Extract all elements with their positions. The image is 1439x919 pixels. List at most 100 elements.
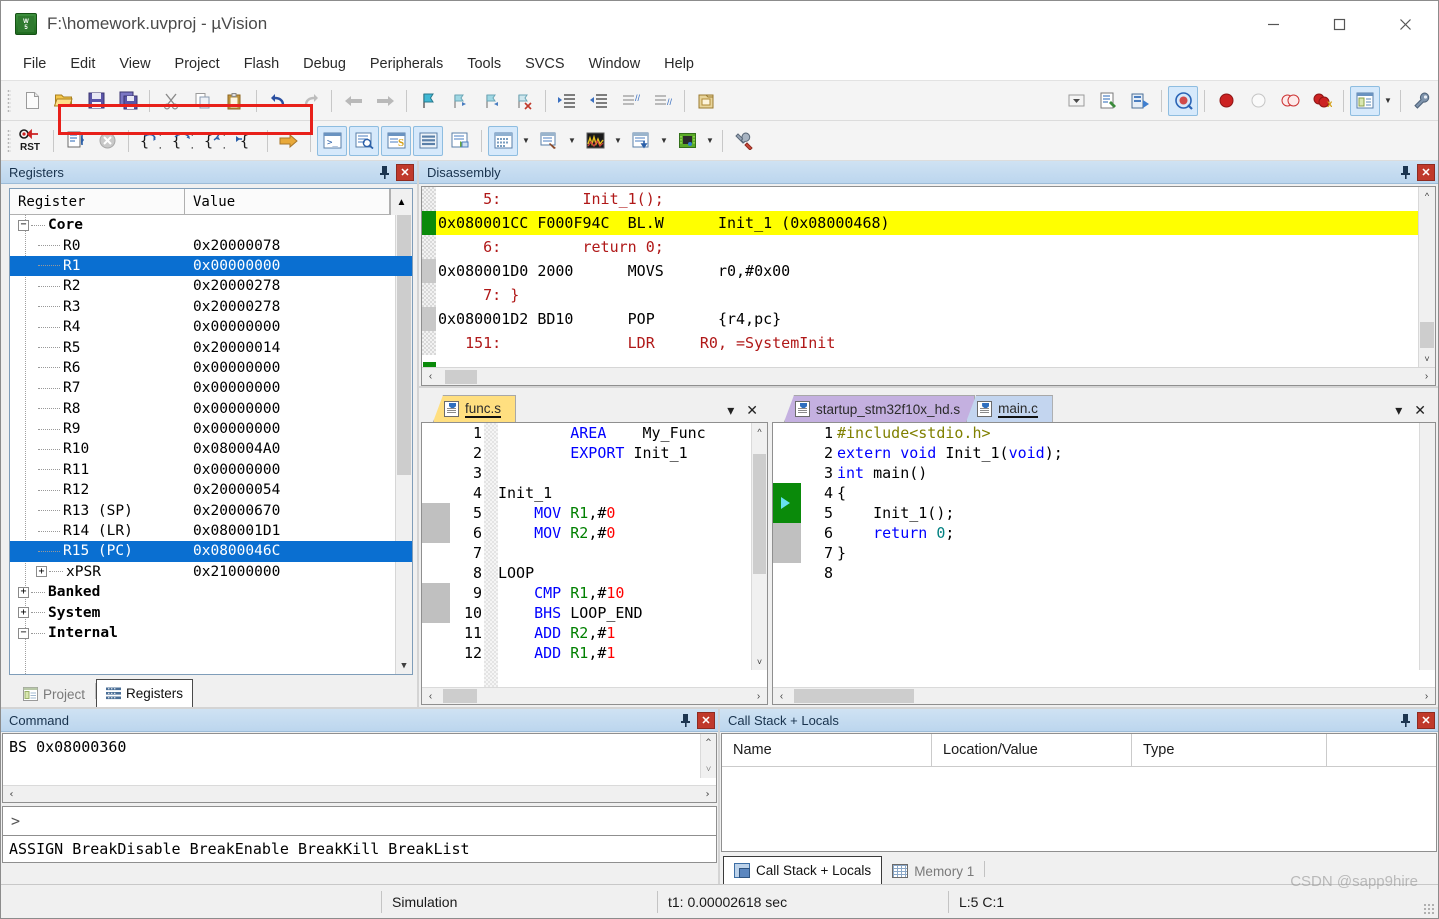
scroll-down-icon[interactable] [1420,653,1435,670]
register-row[interactable]: R12 0x20000054 [10,480,412,500]
run-to-cursor-icon[interactable]: { } [231,126,261,156]
configuration-wizard-icon[interactable] [1407,86,1437,116]
column-header-name[interactable]: Name [722,734,932,767]
expand-icon[interactable]: + [18,607,29,619]
analysis-windows-icon[interactable] [580,126,610,156]
run-icon[interactable] [60,126,90,156]
register-row[interactable]: R8 0x00000000 [10,399,412,419]
code-line[interactable]: MOV R2,#0 [498,523,767,543]
memory-windows-icon[interactable] [488,125,518,156]
disassembly-line[interactable]: 0x080001D0 2000 MOVS r0,#0x00 [422,259,1435,283]
step-out-icon[interactable]: { } [199,126,229,156]
pin-icon[interactable] [1397,163,1413,181]
close-tab-icon[interactable]: ✕ [1414,402,1426,419]
close-button[interactable] [1372,1,1438,47]
project-window-dropdown-icon[interactable]: ▼ [1381,86,1395,116]
code-line[interactable]: int main() [837,463,1435,483]
code-line[interactable]: return 0; [837,523,1435,543]
menu-svcs[interactable]: SVCS [513,52,577,76]
outdent-icon[interactable] [584,86,614,116]
insert-breakpoint-icon[interactable] [1211,86,1241,116]
code-area-main[interactable]: 1 2 3 4 5 6 7 8 #include<stdio.h> extern void In… [773,423,1435,687]
close-icon[interactable]: ✕ [1417,711,1435,729]
register-value[interactable]: 0x00000000 [193,258,280,274]
column-header-location-value[interactable]: Location/Value [932,734,1132,767]
disassembly-vertical-scrollbar[interactable]: ^ ˅ [1418,187,1435,367]
scroll-right-icon[interactable]: › [1418,691,1435,702]
bookmark-next-icon[interactable] [477,86,507,116]
code-line[interactable]: Init_1 [498,483,767,503]
editor-vertical-scrollbar-main[interactable] [1419,423,1435,670]
collapse-icon[interactable]: − [18,219,29,231]
menu-window[interactable]: Window [577,52,653,76]
register-row[interactable]: R1 0x00000000 [10,255,412,277]
redo-icon[interactable] [295,86,325,116]
scroll-left-icon[interactable]: ‹ [3,789,20,800]
scroll-up-icon[interactable]: ^ [752,423,767,440]
call-stack-window-icon[interactable] [445,126,475,156]
code-line[interactable] [498,543,767,563]
maximize-button[interactable] [1306,1,1372,47]
disassembly-horizontal-scrollbar[interactable]: ‹ › [422,367,1435,385]
register-row[interactable]: R3 0x20000278 [10,297,412,317]
register-row[interactable]: + Banked [10,582,412,602]
editor-horizontal-scrollbar-funcs[interactable]: ‹ › [422,687,767,704]
source-code-funcs[interactable]: AREA My_Func EXPORT Init_1 Init_1 MOV R1,… [498,423,767,687]
disassembly-code-area[interactable]: 5: Init_1(); 0x080001CC F000F94C BL.W Ini… [422,187,1435,367]
code-line[interactable]: AREA My_Func [498,423,767,443]
register-row[interactable]: R14 (LR) 0x080001D1 [10,521,412,541]
tab-startup-stm32f10x-hd-s[interactable]: startup_stm32f10x_hd.s [784,395,976,422]
disassembly-line[interactable]: 0x080001CC F000F94C BL.W Init_1 (0x08000… [422,211,1435,235]
call-stack-grid[interactable]: Name Location/Value Type [721,733,1437,852]
step-over-icon[interactable]: { } [167,126,197,156]
undo-icon[interactable] [263,86,293,116]
code-line[interactable]: extern void Init_1(void); [837,443,1435,463]
close-icon[interactable]: ✕ [697,711,715,729]
tab-memory-1[interactable]: Memory 1 [882,858,984,884]
register-row[interactable]: R11 0x00000000 [10,460,412,480]
scroll-up-icon[interactable] [1420,423,1435,440]
column-header-type[interactable]: Type [1132,734,1327,767]
disassembly-window-icon[interactable] [349,125,379,156]
scroll-left-icon[interactable]: ‹ [773,691,790,702]
tab-main-c[interactable]: main.c [966,395,1053,422]
copy-icon[interactable] [188,86,218,116]
menu-view[interactable]: View [107,52,162,76]
code-line[interactable]: LOOP [498,563,767,583]
code-line[interactable]: MOV R1,#0 [498,503,767,523]
column-header-value[interactable]: Value [185,189,390,215]
step-into-icon[interactable]: { } [135,126,165,156]
menu-help[interactable]: Help [652,52,706,76]
collapse-icon[interactable]: − [18,627,29,639]
system-viewer-dropdown-icon[interactable]: ▼ [703,126,717,156]
new-file-icon[interactable] [17,86,47,116]
close-icon[interactable]: ✕ [396,163,414,181]
register-row[interactable]: R6 0x00000000 [10,358,412,378]
register-value[interactable]: 0x00000000 [193,319,280,335]
code-area-funcs[interactable]: 1 2 3 4 5 6 7 8 9 10 11 12 AREA My_Func EXPORT Init… [422,423,767,687]
scroll-down-icon[interactable]: ▼ [396,657,412,674]
symbols-window-icon[interactable]: S [381,125,411,156]
minimize-button[interactable] [1240,1,1306,47]
menu-tools[interactable]: Tools [455,52,513,76]
menu-file[interactable]: File [11,52,58,76]
register-value[interactable]: 0x20000278 [193,299,280,315]
expand-icon[interactable]: + [18,586,29,598]
scroll-down-icon[interactable]: ˅ [701,761,716,778]
disassembly-line[interactable]: 151: LDR R0, =SystemInit [422,331,1435,355]
indent-icon[interactable] [552,86,582,116]
navigate-forward-icon[interactable] [370,86,400,116]
trace-windows-icon[interactable] [626,126,656,156]
register-row[interactable]: R13 (SP) 0x20000670 [10,500,412,520]
menu-edit[interactable]: Edit [58,52,107,76]
watch-windows-dropdown-icon[interactable]: ▼ [565,126,579,156]
code-line[interactable] [498,463,767,483]
analysis-windows-dropdown-icon[interactable]: ▼ [611,126,625,156]
source-code-main[interactable]: #include<stdio.h> extern void Init_1(void… [835,423,1435,687]
memory-windows-dropdown-icon[interactable]: ▼ [519,126,533,156]
scroll-up-icon[interactable]: ^ [1419,187,1435,204]
scroll-right-icon[interactable]: › [750,691,767,702]
register-value[interactable]: 0x080001D1 [193,523,280,539]
breakpoint-gutter-funcs[interactable] [422,423,450,687]
expand-icon[interactable]: + [36,566,47,578]
